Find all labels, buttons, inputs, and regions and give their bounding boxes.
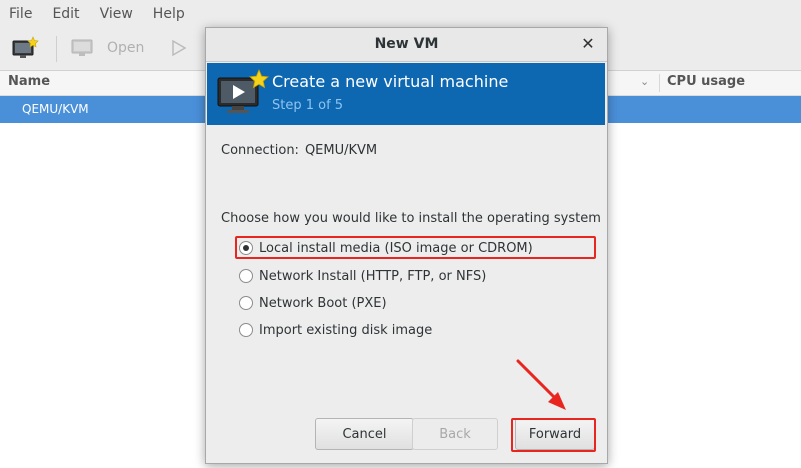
menu-file[interactable]: File: [0, 6, 42, 22]
dialog-titlebar: New VM ✕: [206, 28, 607, 62]
monitor-icon: [71, 39, 93, 56]
column-cpu-usage[interactable]: CPU usage: [667, 74, 745, 89]
sort-chevron-icon: ⌄: [640, 75, 650, 88]
cancel-button[interactable]: Cancel: [315, 418, 414, 450]
back-button[interactable]: Back: [412, 418, 498, 450]
dialog-title: New VM: [374, 36, 439, 52]
connection-name: QEMU/KVM: [22, 102, 89, 116]
new-vm-icon: [12, 36, 39, 58]
annotation-highlight-box: [235, 236, 596, 259]
open-button[interactable]: Open: [71, 38, 144, 58]
play-icon: [172, 39, 187, 57]
annotation-forward-box: [511, 418, 596, 452]
column-name[interactable]: Name: [8, 74, 50, 89]
radio-button[interactable]: [239, 269, 253, 283]
column-divider: [659, 74, 660, 92]
radio-label: Import existing disk image: [259, 322, 433, 338]
radio-network-install[interactable]: Network Install (HTTP, FTP, or NFS): [239, 266, 486, 286]
wizard-header: Create a new virtual machine Step 1 of 5: [207, 63, 605, 125]
menu-help[interactable]: Help: [143, 6, 195, 22]
radio-label: Network Install (HTTP, FTP, or NFS): [259, 268, 487, 284]
toolbar-separator: [56, 36, 57, 62]
open-button-label: Open: [107, 40, 145, 56]
new-vm-icon: [217, 69, 269, 113]
radio-button[interactable]: [239, 296, 253, 310]
wizard-title: Create a new virtual machine: [272, 72, 509, 91]
connection-row: Connection: QEMU/KVM: [221, 143, 377, 158]
radio-import-disk-image[interactable]: Import existing disk image: [239, 320, 432, 340]
radio-label: Network Boot (PXE): [259, 295, 387, 311]
connection-value: QEMU/KVM: [304, 143, 378, 158]
connection-label: Connection:: [221, 143, 299, 158]
new-vm-button[interactable]: [11, 36, 39, 60]
menu-view[interactable]: View: [90, 6, 143, 22]
run-button[interactable]: [171, 38, 187, 58]
install-method-prompt: Choose how you would like to install the…: [221, 211, 601, 226]
menubar: File Edit View Help: [0, 0, 801, 28]
radio-network-boot[interactable]: Network Boot (PXE): [239, 293, 387, 313]
app-window: File Edit View Help Open Name ⌄ CPU usag…: [0, 0, 801, 468]
radio-button[interactable]: [239, 323, 253, 337]
wizard-step: Step 1 of 5: [272, 98, 344, 113]
menu-edit[interactable]: Edit: [42, 6, 89, 22]
new-vm-dialog: New VM ✕ Create a new virtual machine St…: [205, 27, 608, 464]
close-icon[interactable]: ✕: [580, 36, 596, 52]
